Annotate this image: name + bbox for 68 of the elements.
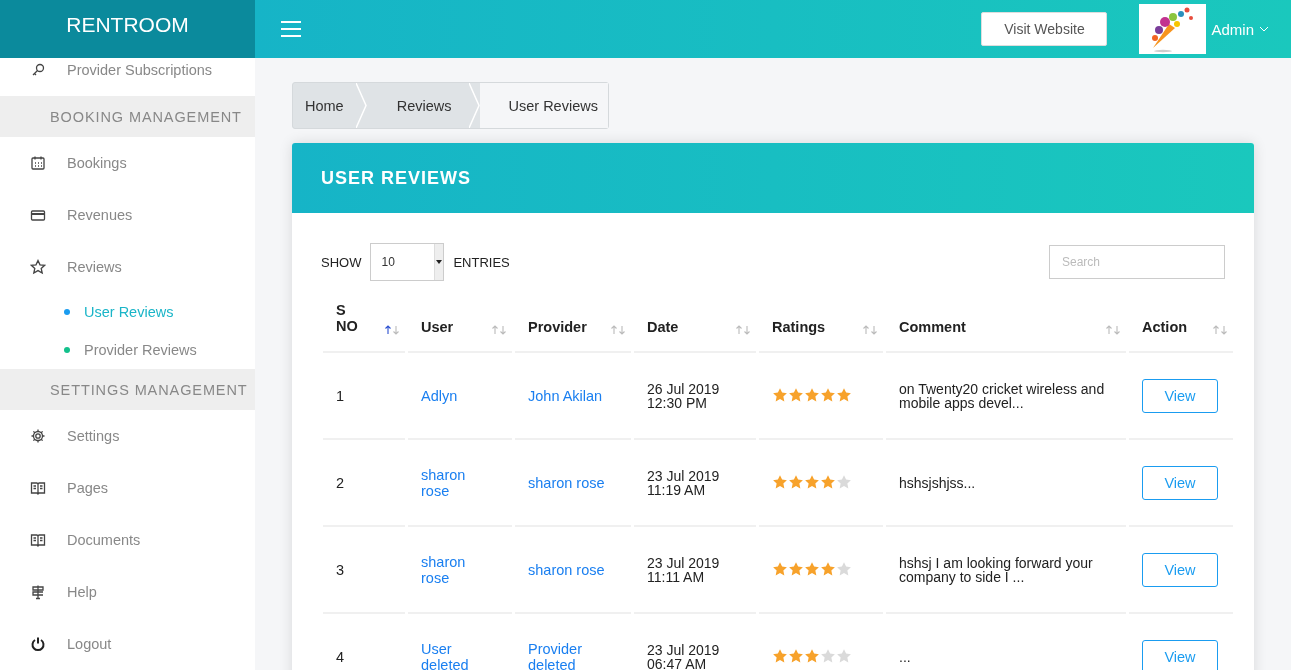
breadcrumb-link[interactable]: User Reviews	[480, 83, 608, 128]
table-cell: 1	[336, 387, 345, 404]
user-link[interactable]: Adlyn	[421, 387, 458, 404]
column-header[interactable]: User	[421, 319, 454, 335]
table-cell: 3	[336, 561, 345, 578]
chevron-down-icon	[1259, 26, 1269, 32]
view-button[interactable]: View	[1142, 639, 1218, 670]
user-menu[interactable]: Admin	[1139, 4, 1269, 54]
date-cell-text: 23 Jul 2019 06:47 AM	[647, 642, 721, 670]
caret-icon	[436, 260, 443, 264]
card-icon	[30, 207, 46, 223]
book-icon	[30, 532, 46, 548]
comment-text: on Twenty20 cricket wireless and mobile apps devel...	[899, 381, 1106, 410]
sidebar-item[interactable]: Logout	[0, 618, 255, 670]
entries-select[interactable]: 10	[370, 243, 445, 281]
card-title: USER REVIEWS	[321, 167, 472, 189]
visit-website-button[interactable]: Visit Website	[981, 12, 1108, 46]
sidebar-item[interactable]: Documents	[0, 514, 255, 566]
sidebar-item[interactable]: Provider Subscriptions	[0, 58, 255, 82]
column-header[interactable]: Provider	[528, 319, 587, 335]
search-field[interactable]: Search	[1049, 245, 1225, 279]
comment-text: hshsjshjss...	[899, 475, 977, 490]
sort-icon[interactable]	[384, 325, 400, 335]
sidebar-item[interactable]: Reviews	[0, 241, 255, 293]
user-link[interactable]: sharon rose	[421, 466, 483, 499]
breadcrumb-link[interactable]: Home	[293, 83, 356, 128]
provider-link[interactable]: sharon rose	[528, 474, 605, 491]
sidebar-section-header: BOOKING MANAGEMENT	[0, 96, 255, 137]
provider-link[interactable]: sharon rose	[528, 561, 605, 578]
power-icon	[30, 636, 46, 652]
column-header[interactable]: Comment	[899, 319, 966, 335]
column-header[interactable]: Date	[647, 319, 679, 335]
view-button[interactable]: View	[1142, 552, 1218, 587]
user-link[interactable]: sharon rose	[421, 553, 483, 586]
sidebar-item[interactable]: Help	[0, 566, 255, 618]
provider-link[interactable]: John Akilan	[528, 387, 603, 404]
table-cell: 2	[336, 474, 345, 491]
entries-label: ENTRIES	[453, 254, 510, 270]
book-icon	[30, 480, 46, 496]
signpost-icon	[30, 584, 46, 600]
menu-icon[interactable]	[281, 21, 301, 37]
column-header[interactable]: Action	[1142, 319, 1188, 335]
sidebar-item[interactable]: Pages	[0, 462, 255, 514]
brand-logo[interactable]: RENTROOM	[0, 0, 255, 58]
sidebar-item[interactable]: Settings	[0, 410, 255, 462]
gear-icon	[30, 428, 46, 444]
show-label: SHOW	[321, 254, 362, 270]
view-button[interactable]: View	[1142, 465, 1218, 500]
provider-link[interactable]: Provider deleted	[528, 640, 626, 670]
table-cell: 4	[336, 648, 345, 665]
sidebar-item[interactable]: Revenues	[0, 189, 255, 241]
date-cell-text: 23 Jul 2019 11:11 AM	[647, 555, 721, 584]
column-header[interactable]: Ratings	[772, 319, 826, 335]
comment-text: ...	[899, 649, 912, 664]
user-link[interactable]: User deleted	[421, 640, 483, 670]
date-cell-text: 26 Jul 2019 12:30 PM	[647, 381, 721, 410]
calendar-icon	[30, 155, 46, 171]
date-cell-text: 23 Jul 2019 11:19 AM	[647, 468, 721, 497]
star-icon	[30, 259, 46, 275]
breadcrumb-link[interactable]: Reviews	[366, 83, 470, 128]
sidebar-section-header: SETTINGS MANAGEMENT	[0, 369, 255, 410]
column-header[interactable]: S NO	[336, 303, 360, 335]
sidebar-subitem[interactable]: Provider Reviews	[0, 331, 255, 369]
key-icon	[30, 62, 46, 78]
comment-text: hshsj I am looking forward your company to side I ...	[899, 555, 1094, 584]
view-button[interactable]: View	[1142, 378, 1218, 413]
sidebar-subitem[interactable]: User Reviews	[0, 293, 255, 331]
sidebar-item[interactable]: Bookings	[0, 137, 255, 189]
